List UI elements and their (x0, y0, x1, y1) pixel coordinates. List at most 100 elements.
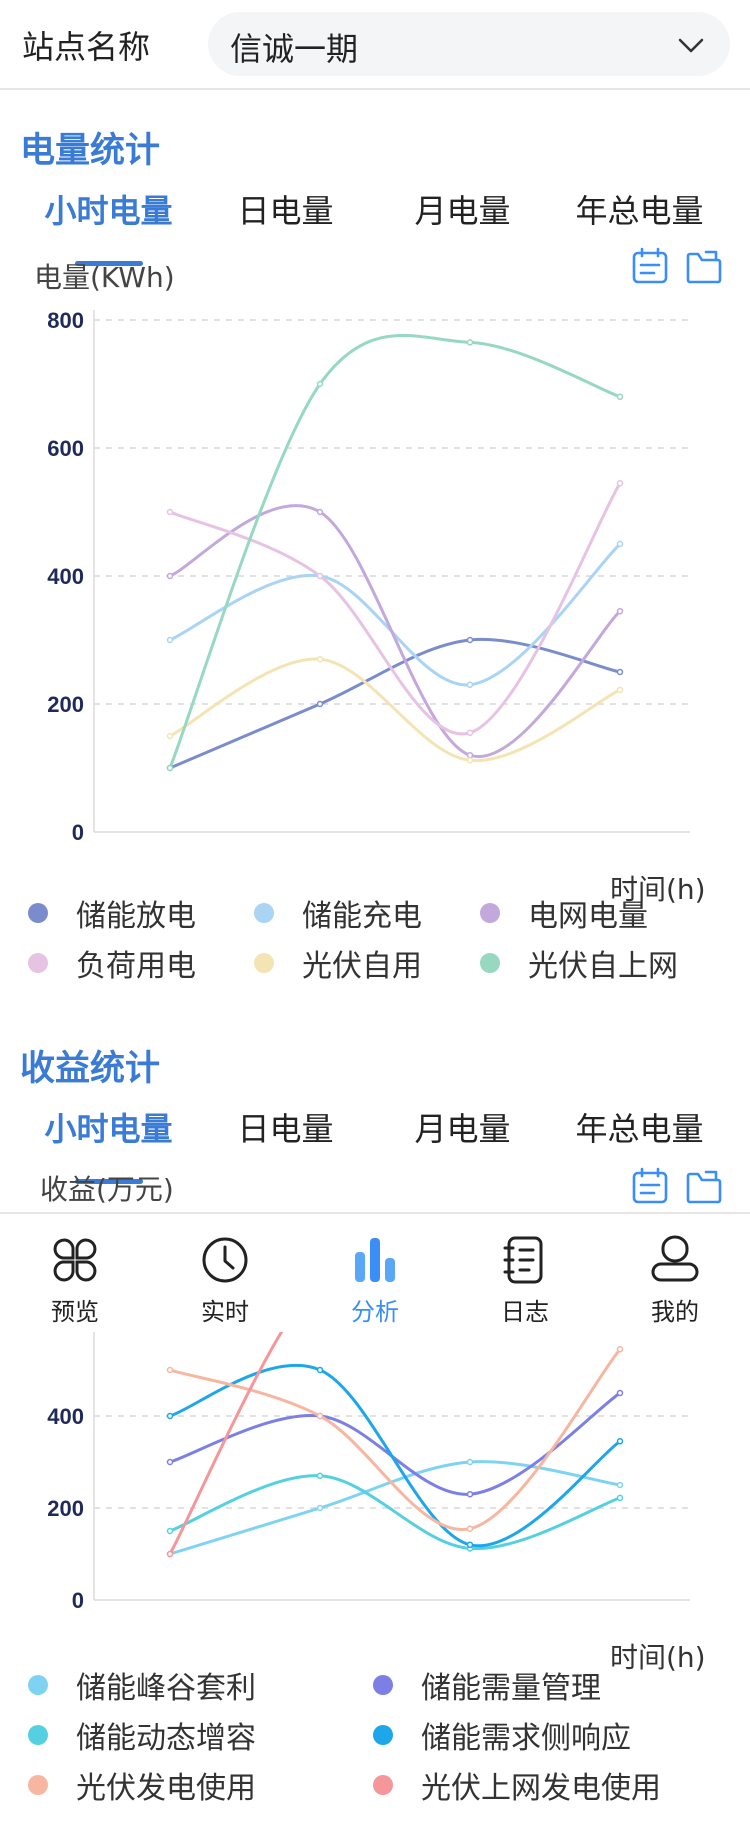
y-tick-label: 0 (72, 1588, 84, 1613)
income-tabs: 小时电量 日电量 月电量 年总电量 (20, 1104, 730, 1150)
data-point (316, 1412, 324, 1420)
data-point (166, 1527, 174, 1535)
income-legend-item[interactable]: 光伏上网发电使用 (373, 1766, 718, 1806)
energy-tab-month[interactable]: 月电量 (374, 186, 551, 232)
series-line (169, 1391, 621, 1496)
income-legend-item[interactable]: 储能动态增容 (28, 1716, 373, 1756)
bar-chart-icon (355, 1238, 395, 1282)
income-legend-item[interactable]: 储能峰谷套利 (28, 1666, 373, 1706)
export-icon[interactable] (684, 1166, 724, 1206)
data-point (466, 1458, 474, 1466)
data-point (616, 686, 624, 694)
legend-dot-icon (373, 1675, 393, 1695)
data-point (616, 1346, 624, 1353)
legend-dot-icon (28, 1675, 48, 1695)
nav-item-preview[interactable]: 预览 (0, 1214, 150, 1332)
calendar-icon[interactable] (630, 1166, 670, 1206)
series-line (168, 334, 621, 769)
energy-tab-hour[interactable]: 小时电量 (20, 186, 197, 232)
energy-line-chart: 0 200 400 600 800 (47, 308, 690, 845)
data-point (316, 380, 324, 388)
income-tab-year[interactable]: 年总电量 (551, 1104, 728, 1150)
income-legend-item[interactable]: 储能需求侧响应 (373, 1716, 718, 1756)
income-legend: 储能峰谷套利 储能需量管理储能动态增容 储能需求侧响应 光伏发电使用 光伏上网发电使用 (28, 1666, 718, 1806)
data-point (166, 1412, 174, 1420)
data-point (166, 764, 174, 772)
data-point (316, 508, 324, 516)
series-line (169, 1363, 621, 1548)
site-select-value: 信诚一期 (230, 30, 359, 68)
data-point (616, 1438, 624, 1445)
data-point (166, 572, 174, 580)
data-point (466, 681, 474, 689)
nav-item-realtime[interactable]: 实时 (150, 1214, 300, 1332)
nav-item-mine[interactable]: 我的 (600, 1214, 750, 1332)
data-point (466, 1490, 474, 1498)
legend-dot-icon (373, 1725, 393, 1745)
energy-tab-year[interactable]: 年总电量 (551, 186, 728, 232)
nav-label-preview: 预览 (51, 1298, 99, 1326)
y-tick-label: 400 (47, 564, 84, 589)
nav-label-mine: 我的 (651, 1298, 699, 1326)
export-icon[interactable] (684, 246, 724, 286)
data-point (466, 729, 474, 737)
series-line (169, 1348, 622, 1532)
energy-legend-item[interactable]: 光伏自用 (254, 944, 480, 984)
data-point (316, 1504, 324, 1512)
series-line (169, 482, 622, 736)
site-header: 站点名称 信诚一期 (0, 0, 750, 90)
site-name-label: 站点名称 (22, 28, 151, 66)
energy-legend-item[interactable]: 负荷用电 (28, 944, 254, 984)
y-tick-label: 600 (47, 436, 84, 461)
site-select[interactable]: 信诚一期 (208, 12, 730, 76)
energy-legend-item[interactable]: 光伏自上网 (480, 944, 706, 984)
series-group (166, 334, 624, 772)
data-point (616, 540, 624, 548)
energy-tab-day[interactable]: 日电量 (197, 186, 374, 232)
nav-label-analysis: 分析 (351, 1298, 399, 1326)
energy-legend: 储能放电 储能充电 电网电量负荷用电 光伏自用 光伏自上网 (28, 894, 706, 984)
data-point (316, 1472, 324, 1480)
data-point (166, 508, 174, 516)
data-point (166, 1550, 174, 1558)
data-point (616, 668, 624, 676)
income-tab-day[interactable]: 日电量 (197, 1104, 374, 1150)
nav-label-realtime: 实时 (201, 1298, 249, 1326)
calendar-icon[interactable] (630, 246, 670, 286)
legend-label: 负荷用电 (76, 949, 196, 984)
legend-dot-icon (480, 953, 500, 973)
nav-item-log[interactable]: 日志 (450, 1214, 600, 1332)
data-point (616, 607, 624, 615)
legend-label: 光伏自用 (302, 949, 422, 984)
y-tick-label: 0 (72, 820, 84, 845)
income-tab-hour[interactable]: 小时电量 (20, 1104, 197, 1150)
y-tick-label: 200 (47, 692, 84, 717)
data-point (166, 732, 174, 740)
energy-legend-item[interactable]: 储能放电 (28, 894, 254, 934)
income-legend-item[interactable]: 储能需量管理 (373, 1666, 718, 1706)
legend-dot-icon (28, 1725, 48, 1745)
legend-dot-icon (28, 953, 48, 973)
energy-legend-item[interactable]: 电网电量 (480, 894, 706, 934)
income-legend-item[interactable]: 光伏发电使用 (28, 1766, 373, 1806)
data-point (466, 636, 474, 644)
series-line (169, 504, 622, 759)
data-point (466, 1541, 474, 1549)
legend-label: 电网电量 (528, 899, 648, 934)
legend-dot-icon (28, 1775, 48, 1795)
legend-label: 储能动态增容 (76, 1721, 256, 1756)
data-point (466, 757, 474, 764)
income-tab-month[interactable]: 月电量 (374, 1104, 551, 1150)
data-point (316, 572, 324, 580)
nav-item-analysis[interactable]: 分析 (300, 1214, 450, 1332)
data-point (316, 700, 324, 708)
data-point (316, 1366, 324, 1374)
energy-legend-item[interactable]: 储能充电 (254, 894, 480, 934)
legend-dot-icon (254, 903, 274, 923)
legend-dot-icon (254, 953, 274, 973)
energy-section-title: 电量统计 (20, 131, 161, 171)
data-point (466, 751, 474, 759)
y-tick-label: 800 (47, 308, 84, 333)
income-section-title: 收益统计 (20, 1049, 161, 1089)
legend-label: 储能峰谷套利 (76, 1671, 256, 1706)
